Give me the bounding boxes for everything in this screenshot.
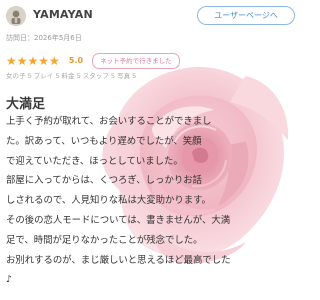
review-line: しされるので、人見知りな私は大変助かります。 (6, 195, 211, 207)
visit-date: 訪問日：2026年5月6日 (6, 34, 82, 42)
review-title: 大満足 (6, 97, 46, 112)
review-card: YAMAYAN ユーザーページへ 訪問日：2026年5月6日 ★★★★★ 5.0… (0, 0, 300, 300)
review-line: お別れするのが、まじ厳しいと思えるほど最高でした (6, 254, 231, 266)
review-line: 上手く予約が取れて、お会いすることができまし (6, 116, 212, 127)
user-page-button[interactable]: ユーザーページへ (197, 6, 295, 25)
user-avatar-icon[interactable] (6, 6, 26, 26)
category-scores: 女の子 5 プレイ 5 料金 5 スタッフ 5 写真 5 (6, 72, 137, 80)
review-line: 足で、時間が足りなかったことが残念でした。 (6, 234, 203, 246)
reviewer-username[interactable]: YAMAYAN (33, 8, 93, 21)
review-line: その後の恋人モードについては、書きませんが、大満 (6, 214, 231, 226)
review-body: 上手く予約が取れて、お会いすることができまし た。訳あって、いつもより遅めでした… (6, 112, 296, 290)
reviewer-header: YAMAYAN ユーザーページへ (6, 4, 296, 28)
rating-score: 5.0 (68, 55, 84, 65)
rating-row: ★★★★★ 5.0 ネット予約で行きました (6, 50, 180, 69)
star-rating-icon: ★★★★★ (6, 53, 60, 68)
review-line: た。訳あって、いつもより遅めでしたが、笑顔 (6, 135, 202, 147)
review-line: 部屋に入ってからは、くつろぎ、しっかりお話 (6, 175, 202, 187)
review-line: ♪ (6, 274, 12, 286)
net-reservation-badge: ネット予約で行きました (92, 52, 180, 69)
review-line: で迎えていただき、ほっとしていました。 (6, 155, 183, 167)
